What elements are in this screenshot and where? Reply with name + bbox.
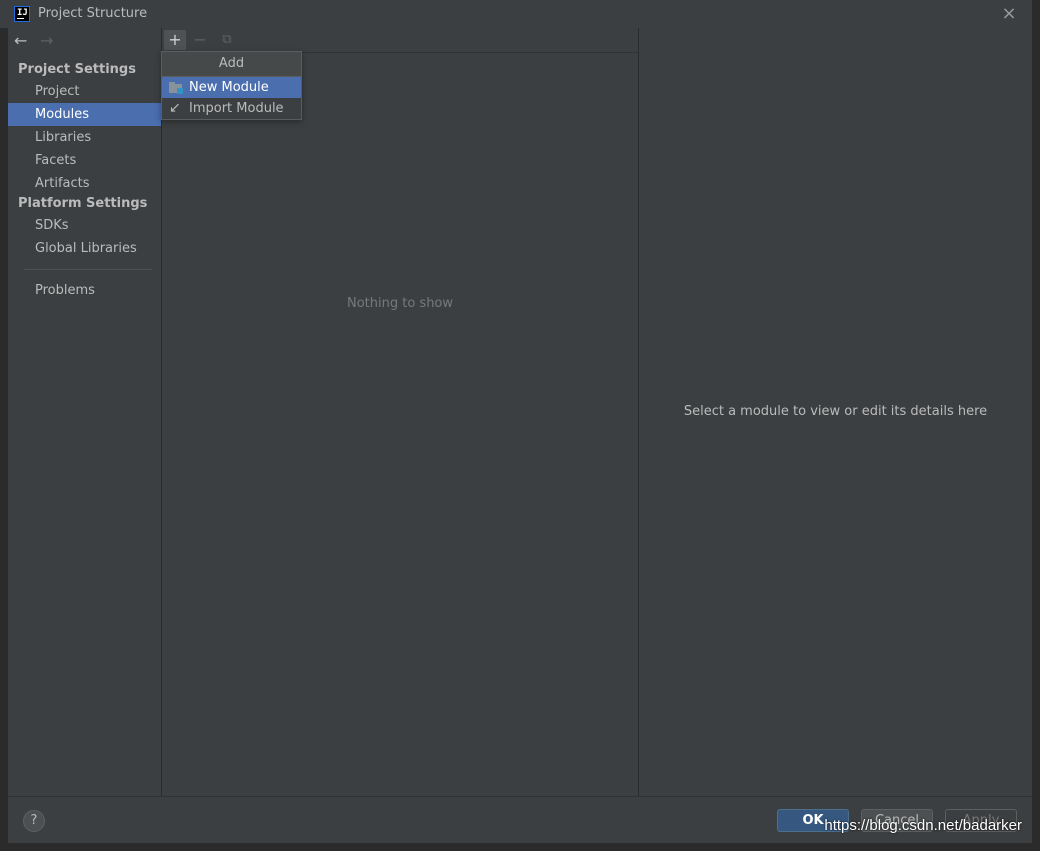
sidebar-item-global-libraries[interactable]: Global Libraries [8,237,161,260]
dialog-footer: ? OK Cancel Apply https://blog.csdn.net/… [8,796,1032,844]
window-bottom-border [0,843,1040,851]
add-icon[interactable]: + [164,30,186,50]
settings-sidebar: ← → Project Settings Project Modules Lib… [8,28,161,796]
module-folder-icon [169,80,184,95]
details-hint: Select a module to view or edit its deta… [683,404,988,419]
back-arrow-icon[interactable]: ← [14,31,32,51]
sidebar-item-modules[interactable]: Modules [8,103,161,126]
popup-title: Add [162,52,301,77]
sidebar-item-libraries[interactable]: Libraries [8,126,161,149]
empty-list-message: Nothing to show [346,296,454,311]
import-arrow-icon: ↙ [169,100,181,116]
modules-list-panel: + − ⧉ Nothing to show [162,28,638,796]
modules-toolbar: + − ⧉ [162,28,638,53]
sidebar-item-project[interactable]: Project [8,80,161,103]
section-title-platform-settings: Platform Settings [18,196,148,211]
forward-arrow-icon[interactable]: → [40,31,58,51]
window-right-border [1032,0,1040,851]
help-button[interactable]: ? [23,810,45,832]
window-title: Project Structure [38,6,148,21]
close-icon[interactable]: × [998,4,1020,24]
sidebar-item-problems[interactable]: Problems [8,279,161,302]
module-details-panel: Select a module to view or edit its deta… [639,28,1032,796]
menu-item-new-module[interactable]: New Module [162,77,301,98]
window-left-border [0,28,8,851]
sidebar-item-artifacts[interactable]: Artifacts [8,172,161,195]
menu-item-label: Import Module [189,101,284,116]
intellij-app-icon: IJ [14,6,30,22]
menu-item-label: New Module [189,80,269,95]
menu-item-import-module[interactable]: ↙ Import Module [162,98,301,119]
remove-icon[interactable]: − [189,30,211,50]
sidebar-item-sdks[interactable]: SDKs [8,214,161,237]
copy-icon[interactable]: ⧉ [216,30,238,50]
sidebar-divider [24,269,152,270]
watermark: https://blog.csdn.net/badarker [824,817,1022,834]
section-title-project-settings: Project Settings [18,62,136,77]
title-bar: IJ Project Structure × [0,0,1040,28]
sidebar-item-facets[interactable]: Facets [8,149,161,172]
add-popup-menu: Add New Module ↙ Import Module [161,51,302,120]
